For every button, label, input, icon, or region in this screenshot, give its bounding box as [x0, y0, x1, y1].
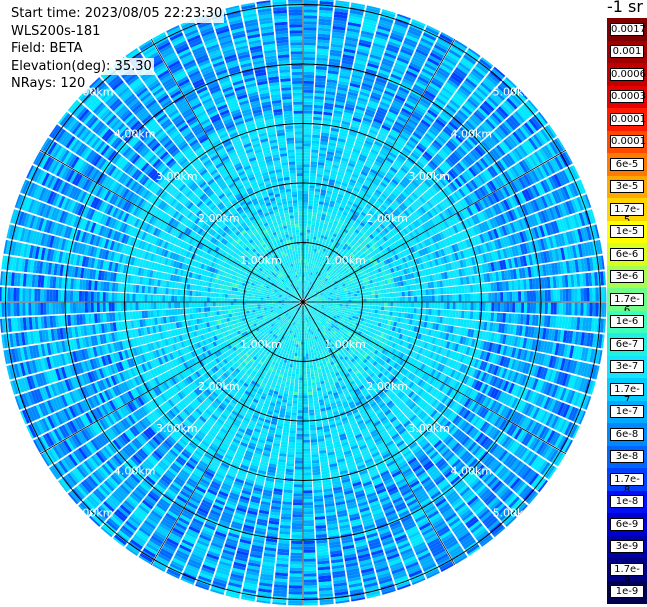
colorbar-tick-label: 1.7e-9 [610, 562, 644, 586]
range-ring-label: 2.00km [198, 212, 240, 225]
range-ring-label: 5.00km [72, 506, 114, 519]
range-ring-label: 4.00km [451, 464, 493, 477]
colorbar-tick-label: 0.00017 [610, 112, 647, 126]
range-ring-label: 5.00km [493, 506, 535, 519]
colorbar-tick-label: 1.7e-7 [610, 382, 644, 406]
range-ring-label: 4.00km [114, 464, 156, 477]
colorbar-tick-label: 6e-8 [610, 427, 644, 441]
ray-count: NRays: 120 [11, 75, 88, 93]
colorbar-tick-label: 1e-6 [610, 315, 644, 329]
range-ring-label: 4.00km [114, 128, 156, 141]
range-ring-label: 5.00km [493, 86, 535, 99]
field-name: Field: BETA [11, 40, 85, 58]
range-ring-label: 2.00km [366, 212, 408, 225]
range-ring-label: 3.00km [156, 422, 198, 435]
range-ring-label: 1.00km [324, 254, 366, 267]
colorbar-tick-label: 6e-5 [610, 157, 644, 171]
colorbar-tick-label: 3e-5 [610, 180, 644, 194]
colorbar-tick-label: 0.0001 [610, 135, 646, 149]
colorbar-tick-label: 3e-9 [610, 540, 644, 554]
colorbar-tick-label: 3e-8 [610, 450, 644, 464]
elevation-angle: Elevation(deg): 35.30 [11, 57, 154, 75]
range-ring-label: 3.00km [408, 170, 450, 183]
colorbar-tick-label: 1e-8 [610, 495, 644, 509]
range-ring-label: 3.00km [156, 170, 198, 183]
colorbar-tick-label: 3e-6 [610, 270, 644, 284]
colorbar-tick-label: 1e-7 [610, 405, 644, 419]
colorbar-tick-label: 6e-9 [610, 517, 644, 531]
colorbar-unit-label: -1 sr [607, 0, 643, 16]
colorbar-tick-label: 6e-7 [610, 337, 644, 351]
range-ring-label: 1.00km [240, 254, 282, 267]
colorbar-tick-label: 0.001 [610, 45, 644, 59]
colorbar-tick-label: 1.7e-8 [610, 472, 644, 496]
colorbar-tick-label: 0.0003 [610, 90, 646, 104]
range-ring-label: 2.00km [198, 380, 240, 393]
colorbar-tick-label: 1.7e-5 [610, 202, 644, 226]
colorbar-tick-label: 1.7e-6 [610, 292, 644, 316]
range-ring-label: 2.00km [366, 380, 408, 393]
colorbar-tick-label: 0.0017 [610, 22, 646, 36]
colorbar-tick-label: 3e-7 [610, 360, 644, 374]
scan-info: Start time: 2023/08/05 22:23:30 WLS200s-… [11, 5, 225, 93]
instrument-name: WLS200s-181 [11, 22, 103, 40]
range-ring-label: 4.00km [451, 128, 493, 141]
colorbar-tick-label: 1e-9 [610, 585, 644, 599]
range-ring-label: 3.00km [408, 422, 450, 435]
range-ring-label: 1.00km [240, 338, 282, 351]
colorbar: 0.0017 0.001 0.0006 0.0003 0.00017 0.0001 6e-5… [607, 18, 647, 604]
colorbar-tick-label: 0.0006 [610, 67, 646, 81]
colorbar-tick-label: 6e-6 [610, 247, 644, 261]
start-time: Start time: 2023/08/05 22:23:30 [11, 5, 225, 23]
colorbar-tick-label: 1e-5 [610, 225, 644, 239]
range-ring-label: 1.00km [324, 338, 366, 351]
